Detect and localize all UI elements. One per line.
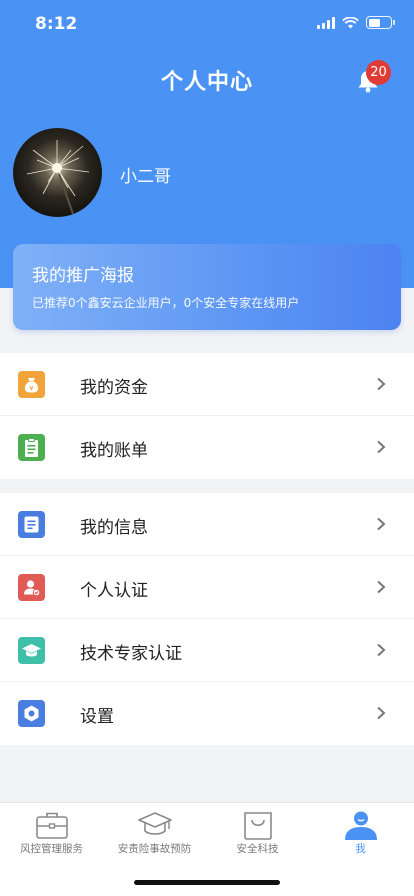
promo-poster-card[interactable]: 我的推广海报 已推荐0个鑫安云企业用户，0个安全专家在线用户: [13, 244, 401, 330]
money-bag-icon: ¥: [18, 371, 45, 398]
settings-icon: [18, 700, 45, 727]
chevron-right-icon: [377, 377, 386, 391]
chevron-right-icon: [377, 580, 386, 594]
menu-item-my-bills[interactable]: 我的账单: [0, 416, 414, 479]
tab-risk-control[interactable]: 风控管理服务: [0, 803, 103, 863]
status-time: 8:12: [35, 14, 78, 34]
user-verify-icon: [18, 574, 45, 601]
graduation-cap-icon: [138, 812, 172, 835]
tab-label: 安责险事故预防: [117, 843, 192, 855]
document-icon: [18, 511, 45, 538]
menu-item-personal-verification[interactable]: 个人认证: [0, 556, 414, 619]
status-bar: 8:12: [0, 0, 414, 50]
menu-item-my-info[interactable]: 我的信息: [0, 493, 414, 556]
home-indicator: [134, 880, 280, 885]
signal-icon: [317, 16, 335, 29]
svg-text:¥: ¥: [29, 384, 34, 392]
tab-label: 安全科技: [236, 843, 279, 855]
chevron-right-icon: [377, 440, 386, 454]
menu-label: 我的资金: [80, 378, 148, 398]
menu-label: 技术专家认证: [80, 644, 182, 664]
menu-item-my-funds[interactable]: ¥ 我的资金: [0, 353, 414, 416]
chevron-right-icon: [377, 643, 386, 657]
username: 小二哥: [120, 167, 171, 187]
battery-icon: [366, 16, 395, 29]
bill-icon: [18, 434, 45, 461]
tab-me[interactable]: 我: [309, 803, 412, 863]
shopping-bag-icon: [244, 812, 272, 840]
chevron-right-icon: [377, 517, 386, 531]
tab-label: 我: [355, 843, 366, 855]
promo-description: 已推荐0个鑫安云企业用户，0个安全专家在线用户: [32, 296, 300, 310]
menu-item-expert-verification[interactable]: 技术专家认证: [0, 619, 414, 682]
tab-accident-prevention[interactable]: 安责险事故预防: [103, 803, 206, 863]
page-title: 个人中心: [160, 70, 253, 95]
tab-safety-tech[interactable]: 安全科技: [206, 803, 309, 863]
wifi-icon: [342, 16, 359, 28]
tab-label: 风控管理服务: [20, 843, 83, 855]
promo-title: 我的推广海报: [32, 266, 134, 286]
person-icon: [345, 811, 377, 840]
avatar[interactable]: [13, 128, 102, 217]
menu-label: 我的信息: [80, 518, 148, 538]
menu-item-settings[interactable]: 设置: [0, 682, 414, 745]
menu-label: 我的账单: [80, 441, 148, 461]
chevron-right-icon: [377, 706, 386, 720]
avatar-image: [26, 140, 90, 215]
menu-label: 个人认证: [80, 581, 148, 601]
status-icons: [317, 16, 395, 29]
menu-label: 设置: [80, 707, 114, 727]
menu-group-account: 我的信息 个人认证 技术专家认证 设置: [0, 493, 414, 745]
menu-group-finance: ¥ 我的资金 我的账单: [0, 353, 414, 479]
graduation-cap-icon: [18, 637, 45, 664]
briefcase-icon: [36, 812, 68, 839]
notification-badge[interactable]: 20: [366, 60, 391, 85]
